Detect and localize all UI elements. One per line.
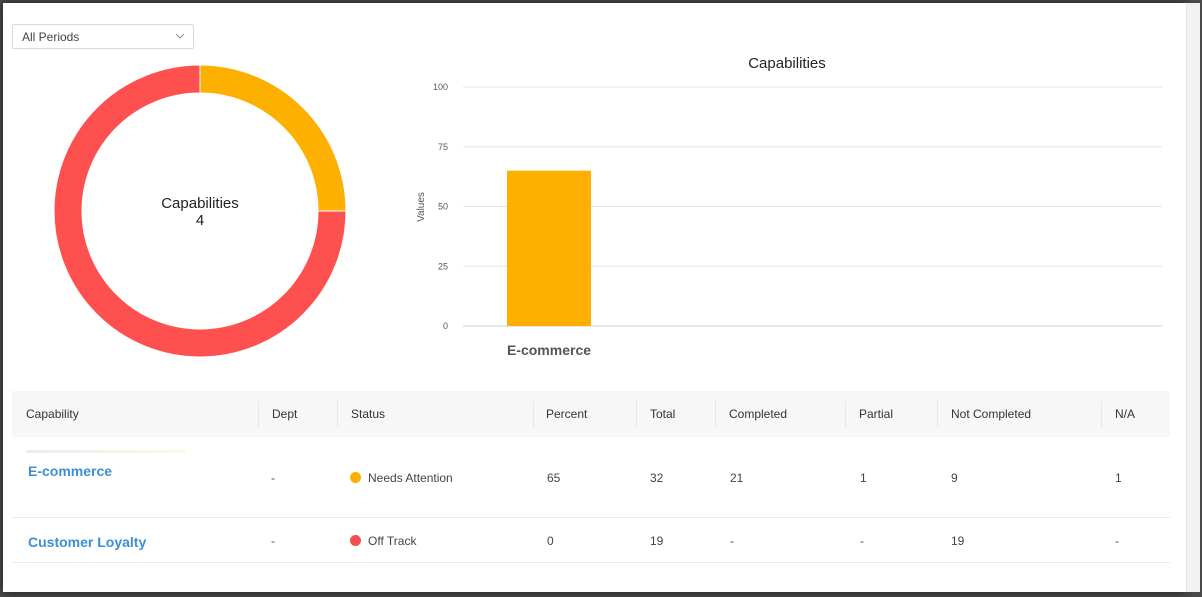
- donut-center-value: 4: [195, 212, 205, 229]
- chart-y-axis-label: Values: [416, 192, 427, 222]
- status-dot-icon: [350, 472, 361, 483]
- y-tick-label: 0: [443, 321, 448, 331]
- completed-cell: 21: [730, 471, 744, 485]
- vertical-scrollbar[interactable]: [1186, 3, 1200, 592]
- capability-link[interactable]: E-commerce: [28, 463, 112, 479]
- total-cell: 32: [650, 471, 664, 485]
- na-cell: 1: [1115, 471, 1122, 485]
- row-decoration: [26, 450, 186, 453]
- partial-cell: 1: [860, 471, 867, 485]
- header-partial[interactable]: Partial: [859, 407, 893, 421]
- capabilities-bar-chart: Capabilities Values 0 25 50 75 100 E-commerc…: [416, 55, 1162, 358]
- percent-cell: 0: [547, 534, 554, 548]
- y-tick-label: 100: [433, 82, 448, 92]
- status-text: Needs Attention: [368, 471, 453, 485]
- percent-cell: 65: [547, 471, 561, 485]
- period-select[interactable]: All Periods: [12, 24, 194, 49]
- donut-center-label: Capabilities: [161, 195, 239, 212]
- table-header: Capability Dept Status Percent Total Com…: [12, 391, 1170, 437]
- header-completed[interactable]: Completed: [729, 407, 787, 421]
- na-cell: -: [1115, 534, 1119, 548]
- not-completed-cell: 9: [951, 471, 958, 485]
- period-select-value: All Periods: [22, 29, 80, 44]
- y-tick-label: 50: [438, 202, 448, 212]
- header-not-completed[interactable]: Not Completed: [951, 407, 1031, 421]
- row-divider: [12, 562, 1170, 563]
- completed-cell: -: [730, 534, 734, 548]
- dept-cell: -: [271, 471, 275, 485]
- x-category-label: E-commerce: [507, 342, 591, 358]
- header-capability[interactable]: Capability: [26, 407, 79, 421]
- chart-title: Capabilities: [748, 55, 826, 72]
- header-na[interactable]: N/A: [1115, 407, 1135, 421]
- header-dept[interactable]: Dept: [272, 407, 297, 421]
- header-status[interactable]: Status: [351, 407, 385, 421]
- status-cell: Off Track: [350, 534, 416, 548]
- partial-cell: -: [860, 534, 864, 548]
- capability-link[interactable]: Customer Loyalty: [28, 534, 146, 550]
- row-divider: [12, 517, 1170, 518]
- donut-center: Capabilities 4: [100, 195, 300, 229]
- chevron-down-icon: [175, 33, 185, 39]
- header-total[interactable]: Total: [650, 407, 675, 421]
- status-dot-icon: [350, 535, 361, 546]
- donut-segment[interactable]: [199, 64, 347, 212]
- total-cell: 19: [650, 534, 664, 548]
- y-tick-label: 75: [438, 142, 448, 152]
- bar[interactable]: [507, 170, 591, 326]
- header-percent[interactable]: Percent: [546, 407, 587, 421]
- y-tick-label: 25: [438, 261, 448, 271]
- not-completed-cell: 19: [951, 534, 965, 548]
- dept-cell: -: [271, 534, 275, 548]
- status-cell: Needs Attention: [350, 471, 453, 485]
- status-text: Off Track: [368, 534, 417, 548]
